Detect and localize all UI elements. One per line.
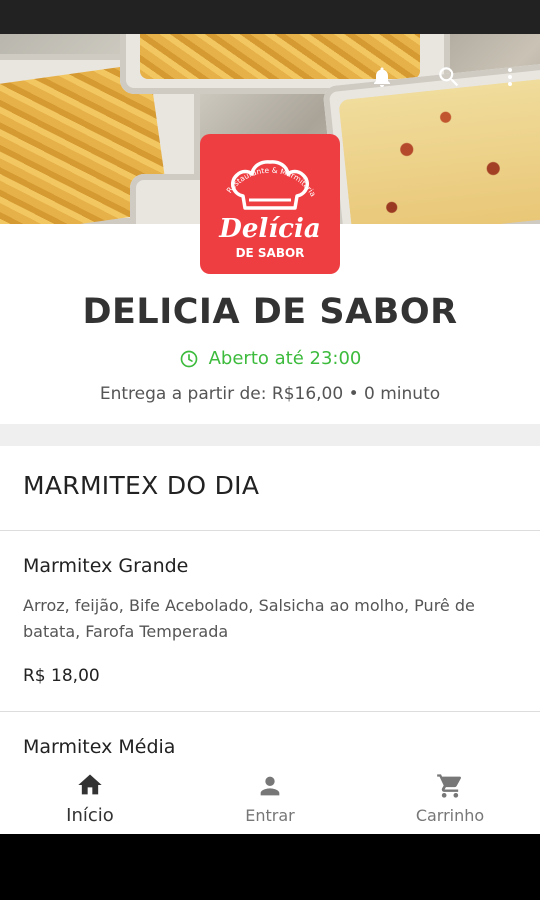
chef-hat-logo-icon: Restaurante & Marmitaria Delícia DE SABO…	[218, 160, 321, 260]
menu-item-description: Arroz, feijão, Bife Acebolado, Salsicha …	[23, 596, 475, 641]
bottom-navigation: Início Entrar Carrinho	[0, 762, 540, 834]
nav-login[interactable]: Entrar	[180, 762, 360, 834]
cart-icon	[437, 773, 462, 798]
nav-home[interactable]: Início	[0, 762, 180, 834]
nav-label: Carrinho	[415, 805, 485, 825]
delivery-info: Entrega a partir de: R$16,00 • 0 minuto	[99, 384, 441, 404]
divider	[0, 711, 540, 712]
search-icon[interactable]	[432, 60, 466, 94]
nav-label: Início	[66, 804, 114, 826]
divider	[0, 530, 540, 531]
more-vert-icon[interactable]	[493, 60, 527, 94]
status-bar	[0, 0, 540, 34]
nav-cart[interactable]: Carrinho	[360, 762, 540, 834]
section-title: MARMITEX DO DIA	[23, 471, 260, 500]
store-logo: Restaurante & Marmitaria Delícia DE SABO…	[200, 134, 340, 274]
menu-item-name: Marmitex Grande	[23, 555, 189, 577]
menu-item-price: R$ 18,00	[23, 666, 100, 686]
open-status: Aberto até 23:00	[0, 348, 540, 369]
person-icon	[260, 776, 280, 795]
app-screen: Restaurante & Marmitaria Delícia DE SABO…	[0, 34, 540, 834]
clock-icon	[180, 350, 197, 367]
open-status-text: Aberto até 23:00	[208, 348, 362, 369]
nav-label: Entrar	[245, 805, 295, 825]
store-name: DELICIA DE SABOR	[82, 292, 458, 332]
logo-script-text: Delícia	[218, 214, 320, 244]
logo-sub-text: DE SABOR	[236, 246, 305, 260]
home-icon	[78, 774, 102, 794]
section-separator	[0, 424, 540, 446]
menu-item-name: Marmitex Média	[23, 736, 176, 758]
bell-icon[interactable]	[365, 60, 399, 94]
